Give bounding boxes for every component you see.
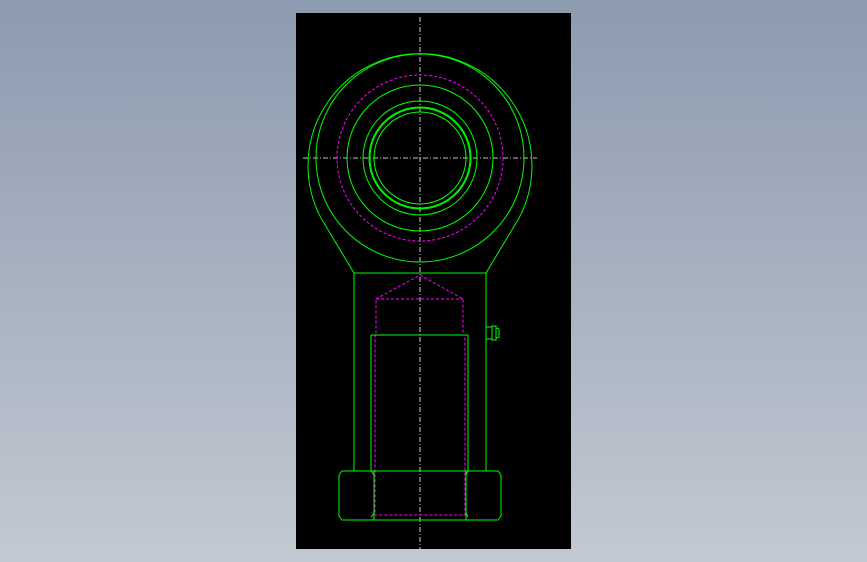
grease-nipple-base (485, 326, 493, 340)
grease-nipple-hex (491, 325, 497, 341)
rod-end-drawing (303, 17, 537, 549)
cad-window-background: { "drawing": { "view": "rod-end-front-vi… (0, 0, 867, 562)
drawing-viewport[interactable] (296, 13, 571, 549)
grease-nipple-icon (485, 325, 500, 341)
eye-left-flank (320, 217, 355, 274)
centerlines (303, 17, 537, 549)
